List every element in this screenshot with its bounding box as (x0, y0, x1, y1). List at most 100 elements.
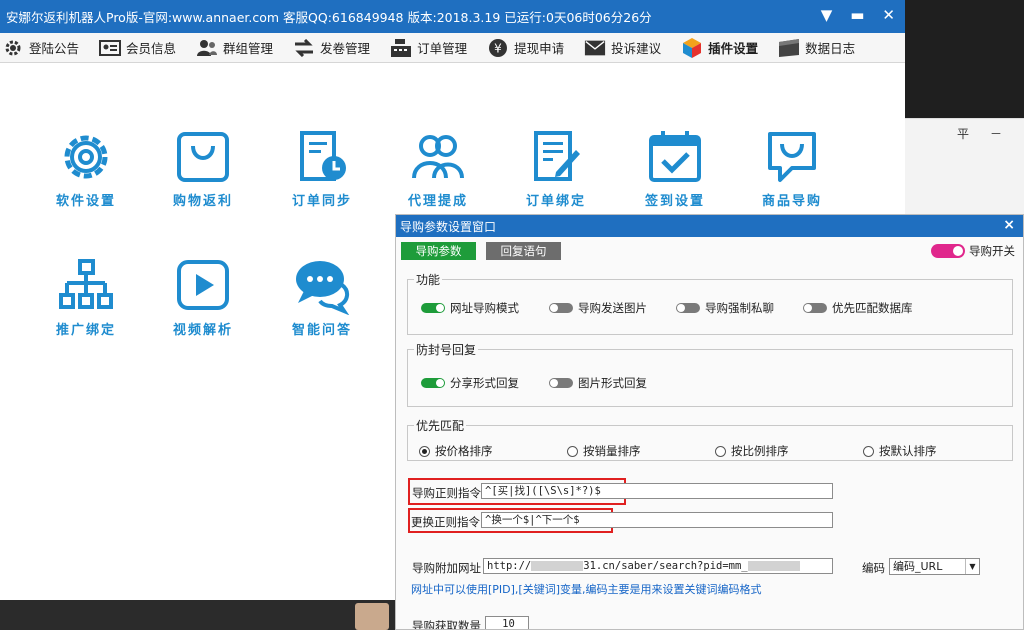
main-titlebar[interactable]: 安娜尔返利机器人Pro版-官网:www.annaer.com 客服QQ:6168… (0, 0, 905, 33)
priority-row: 按价格排序 按销量排序 按比例排序 按默认排序 (419, 443, 937, 459)
anti-ban-row: 分享形式回复 图片形式回复 (421, 375, 647, 391)
close-icon[interactable]: ✕ (882, 6, 895, 24)
option-image-reply[interactable]: 图片形式回复 (549, 375, 647, 391)
radio-button[interactable] (419, 445, 430, 457)
anti-ban-group: 防封号回复 (407, 341, 1013, 407)
master-switch-label: 导购开关 (969, 244, 1015, 258)
toolbar-label: 投诉建议 (611, 41, 662, 56)
regex-input[interactable]: ^[买|找]([\S\s]*?)$ (481, 483, 833, 499)
replace-regex-input[interactable]: ^换一个$|^下一个$ (481, 512, 833, 528)
chat-bubbles-icon (296, 261, 350, 315)
order-clock-icon (300, 131, 346, 181)
users-icon (196, 37, 218, 59)
tile-checkin-settings[interactable]: 签到设置 (625, 128, 725, 209)
tile-label: 软件设置 (55, 194, 116, 209)
toolbar-plugin-settings[interactable]: 插件设置 (681, 37, 758, 59)
chevron-down-icon[interactable]: ▼ (965, 559, 979, 574)
option-send-image[interactable]: 导购发送图片 (549, 300, 676, 316)
fetch-count-input[interactable]: 10 (485, 616, 529, 629)
database-icon (778, 37, 800, 59)
toolbar-complaints[interactable]: 投诉建议 (584, 37, 661, 59)
toolbar-member-info[interactable]: 会员信息 (99, 37, 176, 59)
tile-order-sync[interactable]: 订单同步 (272, 128, 372, 209)
radio-by-price[interactable]: 按价格排序 (419, 443, 567, 459)
toolbar-group-management[interactable]: 群组管理 (196, 37, 273, 59)
settings-icon (2, 37, 24, 59)
regex-label: 导购正则指令 (412, 486, 481, 500)
toggle-switch[interactable] (549, 378, 573, 388)
toolbar-coupon-management[interactable]: 发卷管理 (293, 37, 370, 59)
radio-by-sales[interactable]: 按销量排序 (567, 443, 715, 459)
background-window-pin-button[interactable]: 平 (957, 125, 969, 142)
video-preview-strip (0, 600, 395, 630)
toolbar-label: 提现申请 (514, 41, 565, 56)
option-label: 图片形式回复 (578, 376, 647, 390)
tile-label: 智能问答 (291, 323, 352, 338)
dialog-close-icon[interactable]: × (1003, 217, 1015, 233)
tile-software-settings[interactable]: 软件设置 (36, 128, 136, 209)
toolbar-withdraw-request[interactable]: ¥ 提现申请 (487, 37, 564, 59)
dialog-titlebar[interactable]: 导购参数设置窗口 × (396, 215, 1023, 237)
encoding-select[interactable]: 编码_URL ▼ (889, 558, 980, 575)
encoding-value: 编码_URL (893, 560, 943, 573)
radio-by-default[interactable]: 按默认排序 (863, 443, 937, 459)
fetch-count-label: 导购获取数量 (412, 619, 481, 630)
option-prefer-database[interactable]: 优先匹配数据库 (803, 300, 913, 316)
tile-label: 视频解析 (172, 323, 233, 338)
radio-button[interactable] (567, 445, 578, 457)
tile-label: 购物返利 (172, 194, 233, 209)
tile-order-binding[interactable]: 订单绑定 (506, 128, 606, 209)
tile-label: 商品导购 (761, 194, 822, 209)
tile-label: 推广绑定 (55, 323, 116, 338)
tile-video-parsing[interactable]: 视频解析 (153, 257, 253, 338)
toolbar-data-log[interactable]: 数据日志 (778, 37, 855, 59)
background-window: 平 － (905, 118, 1024, 218)
tile-label: 订单同步 (291, 194, 352, 209)
tile-promotion-binding[interactable]: 推广绑定 (36, 257, 136, 338)
url-input[interactable]: http:// 31.cn/saber/search?pid=mm_ (483, 558, 833, 574)
exchange-icon (293, 37, 315, 59)
toolbar-label: 订单管理 (417, 41, 468, 56)
guide-settings-dialog: 导购参数设置窗口 × 导购参数 回复语句 导购开关 功能 网址导购模式 导购发送… (395, 214, 1024, 630)
toggle-switch[interactable] (421, 303, 445, 313)
features-row: 网址导购模式 导购发送图片 导购强制私聊 优先匹配数据库 (421, 300, 913, 316)
org-chart-icon (59, 259, 113, 309)
option-force-private-chat[interactable]: 导购强制私聊 (676, 300, 803, 316)
tile-shopping-rebate[interactable]: 购物返利 (153, 128, 253, 209)
toggle-switch[interactable] (549, 303, 573, 313)
tile-smart-qa[interactable]: 智能问答 (272, 257, 372, 338)
toolbar-label: 插件设置 (708, 41, 759, 56)
tile-label: 代理提成 (407, 194, 468, 209)
toggle-switch[interactable] (803, 303, 827, 313)
tab-reply-phrases[interactable]: 回复语句 (486, 242, 561, 260)
option-label: 网址导购模式 (450, 301, 519, 315)
radio-button[interactable] (863, 445, 874, 457)
minimize-icon[interactable]: ▬ (850, 6, 864, 24)
option-share-reply[interactable]: 分享形式回复 (421, 375, 549, 391)
radio-by-ratio[interactable]: 按比例排序 (715, 443, 863, 459)
dialog-title: 导购参数设置窗口 (400, 219, 497, 234)
tab-guide-params[interactable]: 导购参数 (401, 242, 476, 260)
toolbar-label: 登陆公告 (29, 41, 80, 56)
toggle-switch[interactable] (421, 378, 445, 388)
desktop-background (905, 0, 1024, 120)
tile-product-guide[interactable]: 商品导购 (742, 128, 842, 209)
option-url-guide-mode[interactable]: 网址导购模式 (421, 300, 549, 316)
option-label: 优先匹配数据库 (832, 301, 913, 315)
redacted-text (747, 561, 800, 571)
chat-bag-icon (768, 132, 816, 182)
option-label: 分享形式回复 (450, 376, 519, 390)
toggle-switch[interactable] (676, 303, 700, 313)
toggle-switch[interactable] (931, 244, 965, 258)
toolbar-login-notice[interactable]: 登陆公告 (2, 37, 79, 59)
option-label: 按比例排序 (731, 444, 789, 458)
tile-label: 签到设置 (644, 194, 705, 209)
radio-button[interactable] (715, 445, 726, 457)
tile-agent-commission[interactable]: 代理提成 (388, 128, 488, 209)
mail-icon (584, 37, 606, 59)
dropdown-menu-icon[interactable]: ▼ (821, 6, 833, 24)
guide-master-switch[interactable]: 导购开关 (931, 243, 1015, 259)
gear-icon (64, 135, 108, 179)
background-window-minimize-button[interactable]: － (990, 125, 1002, 142)
toolbar-order-management[interactable]: 订单管理 (390, 37, 467, 59)
